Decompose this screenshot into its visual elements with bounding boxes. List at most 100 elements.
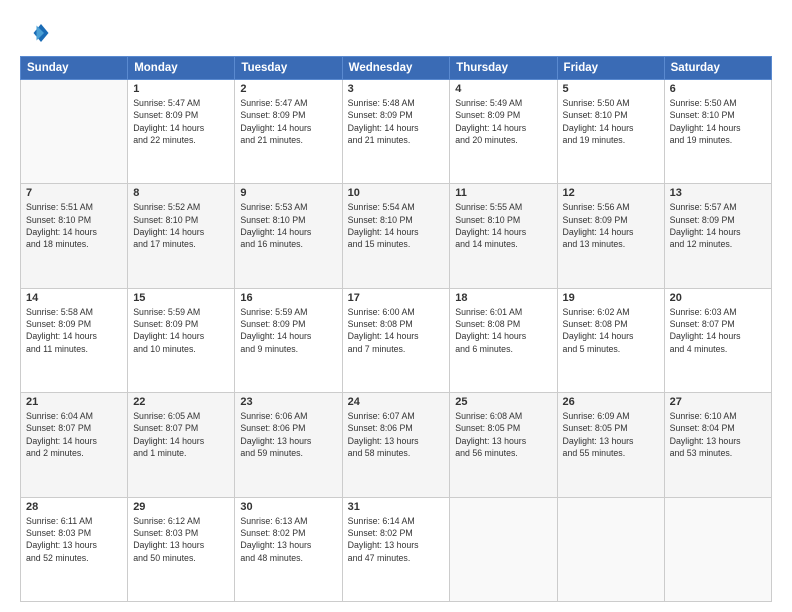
day-info: Sunrise: 5:54 AM Sunset: 8:10 PM Dayligh…	[348, 201, 445, 250]
day-number: 3	[348, 83, 445, 95]
day-cell: 30Sunrise: 6:13 AM Sunset: 8:02 PM Dayli…	[235, 497, 342, 601]
day-cell: 23 Sunrise: 6:06 AM Sunset: 8:06 PM Dayli…	[235, 393, 342, 497]
day-info: Sunrise: 5:52 AM Sunset: 8:10 PM Dayligh…	[133, 201, 229, 250]
day-cell: 8 Sunrise: 5:52 AM Sunset: 8:10 PM Daylig…	[128, 184, 235, 288]
logo-icon	[20, 18, 50, 48]
day-cell: 21Sunrise: 6:04 AM Sunset: 8:07 PM Dayli…	[21, 393, 128, 497]
week-row-2: 14 Sunrise: 5:58 AM Sunset: 8:09 PM Dayli…	[21, 288, 772, 392]
day-cell: 11 Sunrise: 5:55 AM Sunset: 8:10 PM Dayli…	[450, 184, 557, 288]
day-cell: 17 Sunrise: 6:00 AM Sunset: 8:08 PM Dayli…	[342, 288, 450, 392]
day-cell: 13 Sunrise: 5:57 AM Sunset: 8:09 PM Dayli…	[664, 184, 771, 288]
week-row-1: 7 Sunrise: 5:51 AM Sunset: 8:10 PM Daylig…	[21, 184, 772, 288]
day-cell: 1Sunrise: 5:47 AM Sunset: 8:09 PM Daylig…	[128, 80, 235, 184]
day-number: 2	[240, 83, 336, 95]
header-day-monday: Monday	[128, 57, 235, 80]
day-cell	[21, 80, 128, 184]
header-day-wednesday: Wednesday	[342, 57, 450, 80]
day-cell: 18 Sunrise: 6:01 AM Sunset: 8:08 PM Dayli…	[450, 288, 557, 392]
day-number: 11	[455, 187, 551, 199]
day-info: Sunrise: 6:14 AM Sunset: 8:02 PM Dayligh…	[348, 515, 445, 564]
page: SundayMondayTuesdayWednesdayThursdayFrid…	[0, 0, 792, 612]
header-day-tuesday: Tuesday	[235, 57, 342, 80]
day-cell: 3 Sunrise: 5:48 AM Sunset: 8:09 PM Daylig…	[342, 80, 450, 184]
day-number: 19	[563, 292, 659, 304]
day-cell: 10 Sunrise: 5:54 AM Sunset: 8:10 PM Dayli…	[342, 184, 450, 288]
day-number: 9	[240, 187, 336, 199]
day-cell: 2Sunrise: 5:47 AM Sunset: 8:09 PM Daylig…	[235, 80, 342, 184]
day-number: 1	[133, 83, 229, 95]
day-number: 12	[563, 187, 659, 199]
day-cell: 22Sunrise: 6:05 AM Sunset: 8:07 PM Dayli…	[128, 393, 235, 497]
day-number: 10	[348, 187, 445, 199]
header-day-sunday: Sunday	[21, 57, 128, 80]
day-number: 18	[455, 292, 551, 304]
day-cell: 26 Sunrise: 6:09 AM Sunset: 8:05 PM Dayli…	[557, 393, 664, 497]
day-number: 29	[133, 501, 229, 513]
day-info: Sunrise: 5:50 AM Sunset: 8:10 PM Dayligh…	[670, 97, 766, 146]
day-number: 14	[26, 292, 122, 304]
day-number: 20	[670, 292, 766, 304]
day-info: Sunrise: 6:10 AM Sunset: 8:04 PM Dayligh…	[670, 410, 766, 459]
day-number: 22	[133, 396, 229, 408]
day-cell: 9Sunrise: 5:53 AM Sunset: 8:10 PM Daylig…	[235, 184, 342, 288]
day-cell: 5 Sunrise: 5:50 AM Sunset: 8:10 PM Daylig…	[557, 80, 664, 184]
day-cell: 20Sunrise: 6:03 AM Sunset: 8:07 PM Dayli…	[664, 288, 771, 392]
day-info: Sunrise: 6:08 AM Sunset: 8:05 PM Dayligh…	[455, 410, 551, 459]
day-number: 6	[670, 83, 766, 95]
day-info: Sunrise: 6:02 AM Sunset: 8:08 PM Dayligh…	[563, 306, 659, 355]
week-row-0: 1Sunrise: 5:47 AM Sunset: 8:09 PM Daylig…	[21, 80, 772, 184]
day-cell: 25Sunrise: 6:08 AM Sunset: 8:05 PM Dayli…	[450, 393, 557, 497]
day-cell: 6 Sunrise: 5:50 AM Sunset: 8:10 PM Daylig…	[664, 80, 771, 184]
day-info: Sunrise: 6:11 AM Sunset: 8:03 PM Dayligh…	[26, 515, 122, 564]
day-cell: 14 Sunrise: 5:58 AM Sunset: 8:09 PM Dayli…	[21, 288, 128, 392]
day-info: Sunrise: 5:50 AM Sunset: 8:10 PM Dayligh…	[563, 97, 659, 146]
day-cell: 16 Sunrise: 5:59 AM Sunset: 8:09 PM Dayli…	[235, 288, 342, 392]
header-day-thursday: Thursday	[450, 57, 557, 80]
day-number: 8	[133, 187, 229, 199]
day-info: Sunrise: 5:59 AM Sunset: 8:09 PM Dayligh…	[240, 306, 336, 355]
day-number: 28	[26, 501, 122, 513]
day-cell: 29Sunrise: 6:12 AM Sunset: 8:03 PM Dayli…	[128, 497, 235, 601]
day-info: Sunrise: 6:09 AM Sunset: 8:05 PM Dayligh…	[563, 410, 659, 459]
day-info: Sunrise: 5:48 AM Sunset: 8:09 PM Dayligh…	[348, 97, 445, 146]
day-cell: 7 Sunrise: 5:51 AM Sunset: 8:10 PM Daylig…	[21, 184, 128, 288]
header-day-saturday: Saturday	[664, 57, 771, 80]
day-cell	[664, 497, 771, 601]
day-number: 24	[348, 396, 445, 408]
day-cell: 12Sunrise: 5:56 AM Sunset: 8:09 PM Dayli…	[557, 184, 664, 288]
day-number: 31	[348, 501, 445, 513]
day-info: Sunrise: 6:06 AM Sunset: 8:06 PM Dayligh…	[240, 410, 336, 459]
day-info: Sunrise: 5:55 AM Sunset: 8:10 PM Dayligh…	[455, 201, 551, 250]
day-info: Sunrise: 5:58 AM Sunset: 8:09 PM Dayligh…	[26, 306, 122, 355]
day-number: 7	[26, 187, 122, 199]
day-cell	[557, 497, 664, 601]
header	[20, 18, 772, 48]
day-cell: 4Sunrise: 5:49 AM Sunset: 8:09 PM Daylig…	[450, 80, 557, 184]
week-row-3: 21Sunrise: 6:04 AM Sunset: 8:07 PM Dayli…	[21, 393, 772, 497]
day-cell: 31 Sunrise: 6:14 AM Sunset: 8:02 PM Dayli…	[342, 497, 450, 601]
header-row: SundayMondayTuesdayWednesdayThursdayFrid…	[21, 57, 772, 80]
day-number: 26	[563, 396, 659, 408]
day-cell: 27 Sunrise: 6:10 AM Sunset: 8:04 PM Dayli…	[664, 393, 771, 497]
day-cell: 19 Sunrise: 6:02 AM Sunset: 8:08 PM Dayli…	[557, 288, 664, 392]
day-cell: 28 Sunrise: 6:11 AM Sunset: 8:03 PM Dayli…	[21, 497, 128, 601]
calendar-table: SundayMondayTuesdayWednesdayThursdayFrid…	[20, 56, 772, 602]
day-cell: 15Sunrise: 5:59 AM Sunset: 8:09 PM Dayli…	[128, 288, 235, 392]
day-info: Sunrise: 6:07 AM Sunset: 8:06 PM Dayligh…	[348, 410, 445, 459]
day-number: 23	[240, 396, 336, 408]
day-info: Sunrise: 5:57 AM Sunset: 8:09 PM Dayligh…	[670, 201, 766, 250]
week-row-4: 28 Sunrise: 6:11 AM Sunset: 8:03 PM Dayli…	[21, 497, 772, 601]
day-info: Sunrise: 6:13 AM Sunset: 8:02 PM Dayligh…	[240, 515, 336, 564]
day-number: 15	[133, 292, 229, 304]
day-number: 4	[455, 83, 551, 95]
day-info: Sunrise: 6:01 AM Sunset: 8:08 PM Dayligh…	[455, 306, 551, 355]
day-info: Sunrise: 6:00 AM Sunset: 8:08 PM Dayligh…	[348, 306, 445, 355]
day-info: Sunrise: 5:51 AM Sunset: 8:10 PM Dayligh…	[26, 201, 122, 250]
day-number: 16	[240, 292, 336, 304]
day-number: 27	[670, 396, 766, 408]
day-cell	[450, 497, 557, 601]
day-cell: 24 Sunrise: 6:07 AM Sunset: 8:06 PM Dayli…	[342, 393, 450, 497]
day-number: 13	[670, 187, 766, 199]
day-number: 5	[563, 83, 659, 95]
day-number: 17	[348, 292, 445, 304]
